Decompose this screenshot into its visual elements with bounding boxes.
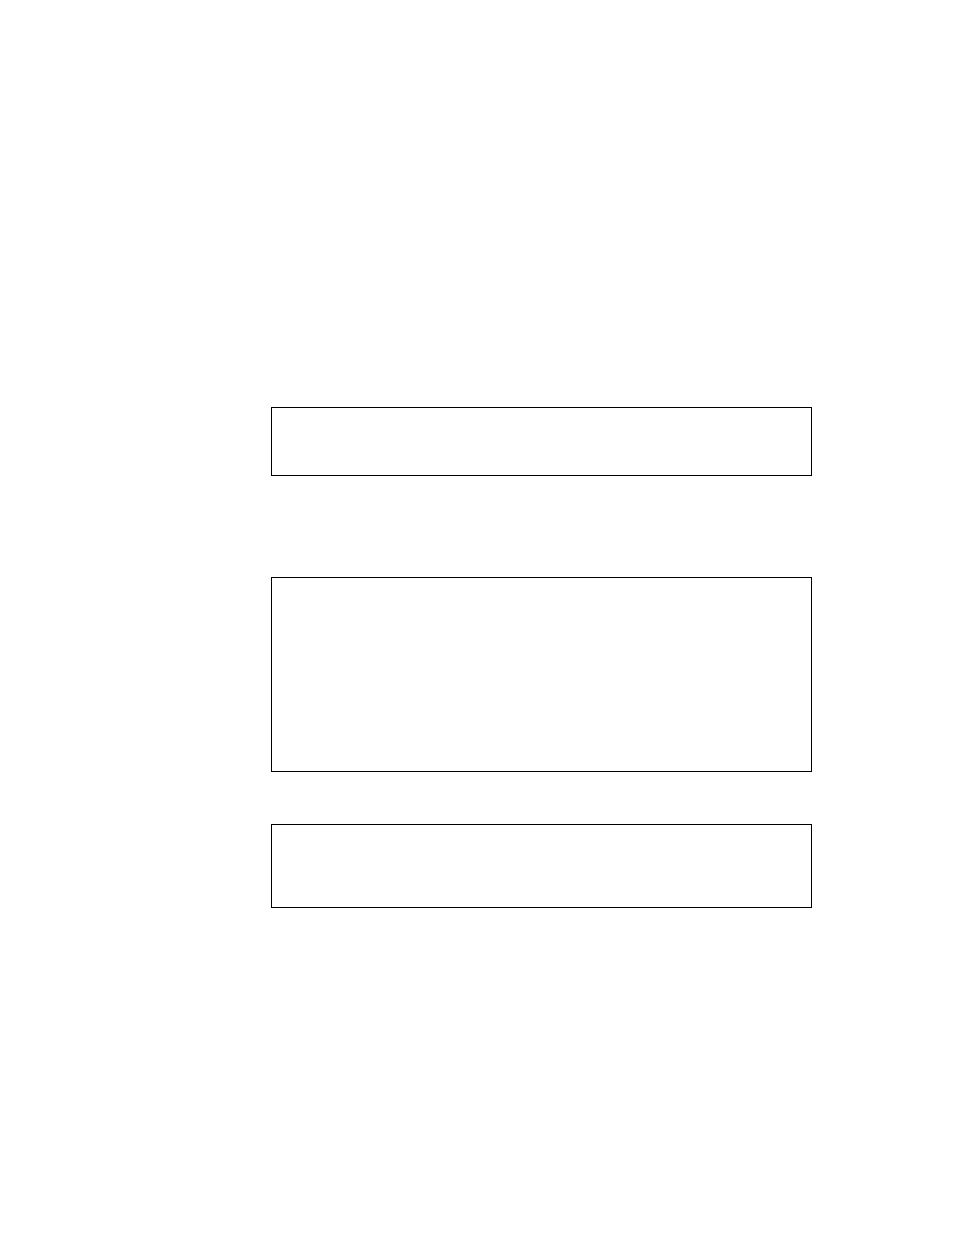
empty-box-3 xyxy=(271,824,812,908)
empty-box-1 xyxy=(271,407,812,476)
empty-box-2 xyxy=(271,577,812,772)
